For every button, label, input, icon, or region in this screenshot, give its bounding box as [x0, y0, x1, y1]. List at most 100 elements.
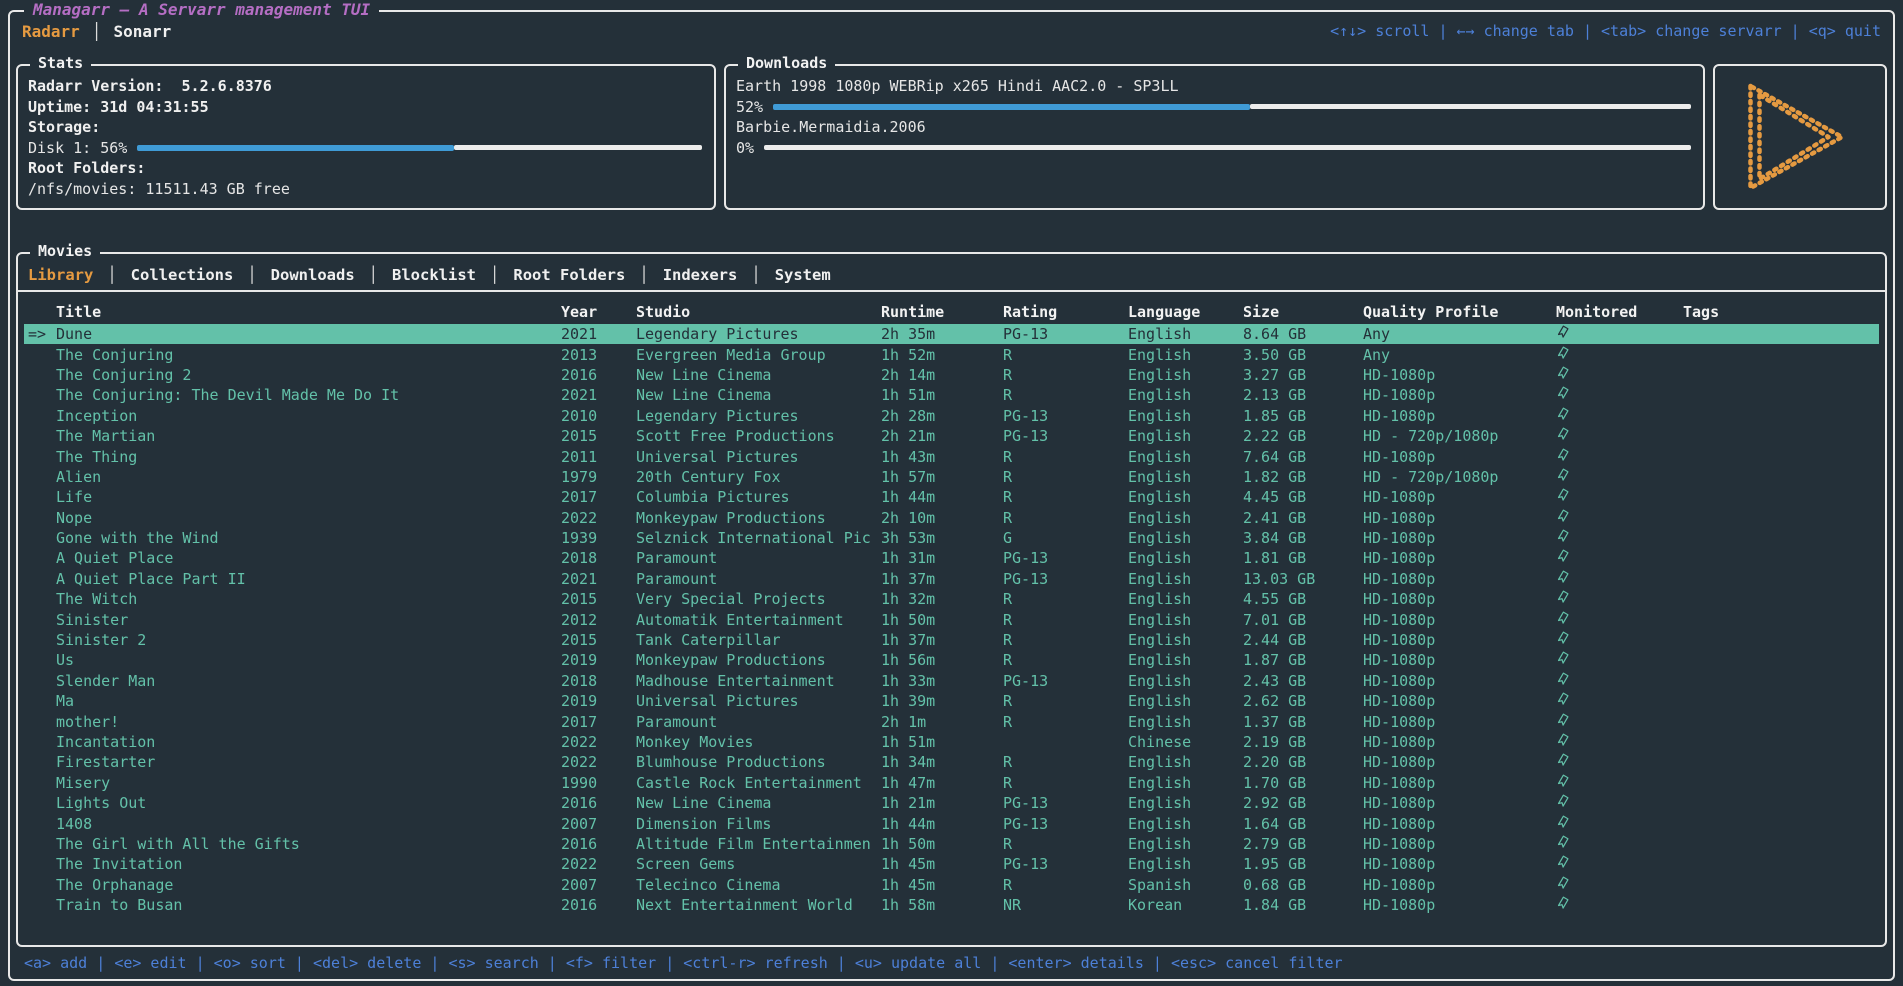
movie-size: 4.55 GB — [1243, 590, 1363, 608]
movie-year: 2022 — [561, 733, 636, 751]
movie-row-8[interactable]: Alien197920th Century Fox1h 57mREnglish1… — [24, 467, 1879, 487]
movie-runtime: 1h 57m — [881, 468, 1003, 486]
download-item-name: Barbie.Mermaidia.2006 — [736, 117, 1691, 138]
movie-row-28[interactable]: The Orphanage2007Telecinco Cinema1h 45mR… — [24, 875, 1879, 895]
movie-row-27[interactable]: The Invitation2022Screen Gems1h 45mPG-13… — [24, 854, 1879, 874]
movie-row-6[interactable]: The Martian2015Scott Free Productions2h … — [24, 426, 1879, 446]
movie-runtime: 1h 56m — [881, 651, 1003, 669]
movie-size: 1.95 GB — [1243, 855, 1363, 873]
movies-tab-collections[interactable]: Collections — [131, 266, 234, 284]
movie-year: 2022 — [561, 855, 636, 873]
movie-row-2[interactable]: The Conjuring2013Evergreen Media Group1h… — [24, 344, 1879, 364]
movie-row-29[interactable]: Train to Busan2016Next Entertainment Wor… — [24, 895, 1879, 915]
movie-year: 2018 — [561, 672, 636, 690]
movie-rating: R — [1003, 611, 1128, 629]
movie-row-3[interactable]: The Conjuring 22016New Line Cinema2h 14m… — [24, 365, 1879, 385]
stats-panel-title: Stats — [30, 54, 91, 72]
movies-tab-blocklist[interactable]: Blocklist — [392, 266, 476, 284]
movie-row-7[interactable]: The Thing2011Universal Pictures1h 43mREn… — [24, 446, 1879, 466]
movie-row-10[interactable]: Nope2022Monkeypaw Productions2h 10mREngl… — [24, 508, 1879, 528]
movie-row-5[interactable]: Inception2010Legendary Pictures2h 28mPG-… — [24, 406, 1879, 426]
movie-studio: Blumhouse Productions — [636, 753, 881, 771]
movie-monitored — [1556, 406, 1683, 426]
movie-monitored — [1556, 324, 1683, 344]
movie-row-15[interactable]: Sinister2012Automatik Entertainment1h 50… — [24, 609, 1879, 629]
movie-title: The Conjuring — [56, 346, 561, 364]
movie-runtime: 2h 14m — [881, 366, 1003, 384]
servarr-tab-radarr[interactable]: Radarr — [22, 22, 80, 41]
movie-row-18[interactable]: Slender Man2018Madhouse Entertainment1h … — [24, 671, 1879, 691]
movies-tab-indexers[interactable]: Indexers — [663, 266, 738, 284]
movie-title: The Conjuring 2 — [56, 366, 561, 384]
download-percent-label: 52% — [736, 98, 763, 116]
movie-year: 2018 — [561, 549, 636, 567]
movie-row-24[interactable]: Lights Out2016New Line Cinema1h 21mPG-13… — [24, 793, 1879, 813]
movie-title: The Invitation — [56, 855, 561, 873]
library-hint-cancel-filter: <esc> cancel filter — [1171, 954, 1343, 972]
movie-year: 2012 — [561, 611, 636, 629]
movie-studio: Selznick International Pic — [636, 529, 881, 547]
movie-row-4[interactable]: The Conjuring: The Devil Made Me Do It20… — [24, 385, 1879, 405]
movie-row-23[interactable]: Misery1990Castle Rock Entertainment1h 47… — [24, 773, 1879, 793]
servarr-tab-sonarr[interactable]: Sonarr — [113, 22, 171, 41]
movie-row-14[interactable]: The Witch2015Very Special Projects1h 32m… — [24, 589, 1879, 609]
movie-quality-profile: HD - 720p/1080p — [1363, 468, 1556, 486]
movie-size: 2.19 GB — [1243, 733, 1363, 751]
movie-language: English — [1128, 325, 1243, 343]
movie-quality-profile: HD-1080p — [1363, 366, 1556, 384]
movies-tab-library[interactable]: Library — [28, 266, 93, 284]
movie-runtime: 1h 21m — [881, 794, 1003, 812]
movies-tab-root-folders[interactable]: Root Folders — [513, 266, 625, 284]
library-hint-edit: <e> edit — [114, 954, 186, 972]
movie-rating: R — [1003, 835, 1128, 853]
download-item-name: Earth 1998 1080p WEBRip x265 Hindi AAC2.… — [736, 76, 1691, 97]
movie-row-13[interactable]: A Quiet Place Part II2021Paramount1h 37m… — [24, 569, 1879, 589]
movie-row-21[interactable]: Incantation2022Monkey Movies1h 51mChines… — [24, 732, 1879, 752]
movie-row-26[interactable]: The Girl with All the Gifts2016Altitude … — [24, 834, 1879, 854]
movie-row-9[interactable]: Life2017Columbia Pictures1h 44mREnglish4… — [24, 487, 1879, 507]
movie-runtime: 2h 35m — [881, 325, 1003, 343]
tab-separator: │ — [751, 266, 760, 284]
monitored-bookmark-icon — [1556, 406, 1570, 422]
library-hint-filter: <f> filter — [566, 954, 656, 972]
movie-quality-profile: Any — [1363, 346, 1556, 364]
keybinding-separator: | — [87, 954, 114, 972]
movie-monitored — [1556, 752, 1683, 772]
movie-title: A Quiet Place — [56, 549, 561, 567]
monitored-bookmark-icon — [1556, 487, 1570, 503]
movie-monitored — [1556, 630, 1683, 650]
movie-row-1[interactable]: =>Dune2021Legendary Pictures2h 35mPG-13E… — [24, 324, 1879, 344]
disk-usage-label: Disk 1: 56% — [28, 139, 127, 157]
monitored-bookmark-icon — [1556, 467, 1570, 483]
movie-row-20[interactable]: mother!2017Paramount2h 1mREnglish1.37 GB… — [24, 711, 1879, 731]
movie-studio: Screen Gems — [636, 855, 881, 873]
movie-size: 1.70 GB — [1243, 774, 1363, 792]
movies-tab-downloads[interactable]: Downloads — [271, 266, 355, 284]
movie-rating: PG-13 — [1003, 672, 1128, 690]
movie-row-25[interactable]: 14082007Dimension Films1h 44mPG-13Englis… — [24, 813, 1879, 833]
movie-row-22[interactable]: Firestarter2022Blumhouse Productions1h 3… — [24, 752, 1879, 772]
movie-title: Sinister — [56, 611, 561, 629]
servarr-tab-bar: Radarr│Sonarr — [22, 22, 171, 41]
movie-row-16[interactable]: Sinister 22015Tank Caterpillar1h 37mREng… — [24, 630, 1879, 650]
movie-size: 2.20 GB — [1243, 753, 1363, 771]
movie-row-11[interactable]: Gone with the Wind1939Selznick Internati… — [24, 528, 1879, 548]
global-hint-change-servarr: <tab> change servarr — [1601, 22, 1782, 40]
global-keybindings: <↑↓> scroll | ←→ change tab | <tab> chan… — [1330, 22, 1881, 40]
movie-row-12[interactable]: A Quiet Place2018Paramount1h 31mPG-13Eng… — [24, 548, 1879, 568]
movie-row-19[interactable]: Ma2019Universal Pictures1h 39mREnglish2.… — [24, 691, 1879, 711]
movie-row-17[interactable]: Us2019Monkeypaw Productions1h 56mREnglis… — [24, 650, 1879, 670]
movie-rating: R — [1003, 876, 1128, 894]
movie-size: 2.22 GB — [1243, 427, 1363, 445]
movie-monitored — [1556, 814, 1683, 834]
movie-quality-profile: HD-1080p — [1363, 509, 1556, 527]
movies-tab-system[interactable]: System — [775, 266, 831, 284]
monitored-bookmark-icon — [1556, 814, 1570, 830]
column-header-studio: Studio — [636, 303, 881, 321]
stats-panel: Stats Radarr Version: 5.2.6.8376 Uptime:… — [16, 64, 716, 210]
movie-title: Train to Busan — [56, 896, 561, 914]
column-header-rating: Rating — [1003, 303, 1128, 321]
movie-studio: New Line Cinema — [636, 366, 881, 384]
disk-usage-gauge — [137, 145, 702, 151]
managarr-play-logo-icon — [1725, 74, 1875, 200]
